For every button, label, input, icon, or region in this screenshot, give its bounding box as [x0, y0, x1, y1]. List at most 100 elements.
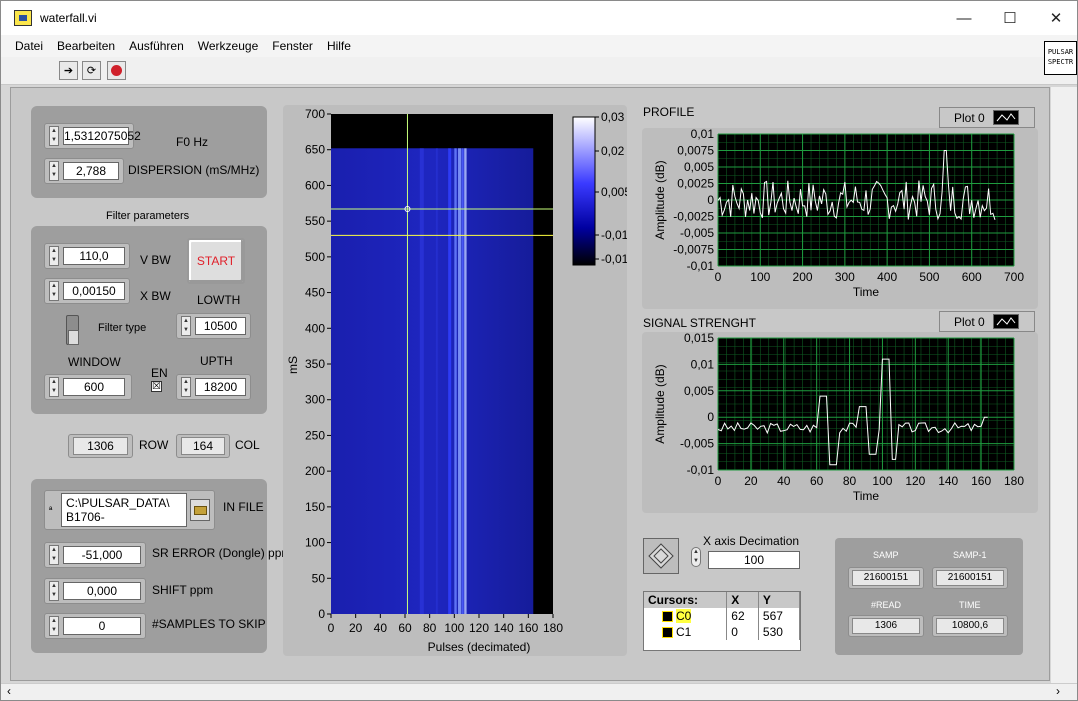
- xtick-label: 700: [1004, 270, 1024, 284]
- f0-control[interactable]: ▲ ▼ 1,5312075052: [44, 123, 141, 149]
- window-spinner[interactable]: ▲ ▼: [49, 377, 59, 397]
- close-button[interactable]: ✕: [1033, 1, 1078, 35]
- graph-palette-pan-icon[interactable]: [643, 538, 679, 574]
- xtick-label: 100: [872, 474, 892, 488]
- toolbar: ➔ ⟳: [1, 57, 1077, 85]
- upth-label: UPTH: [200, 354, 233, 368]
- infile-control[interactable]: ª C:\PULSAR_DATA\ B1706-: [44, 490, 215, 530]
- waterfall-plot[interactable]: 0501001502002503003504004505005506006507…: [283, 105, 627, 656]
- waterfall-ytick-label: 250: [305, 428, 325, 442]
- lowth-value[interactable]: 10500: [195, 317, 246, 335]
- profile-plot[interactable]: 0 100 200 300 400 500 600 700 0,01 0,0075 0,005 0,0…: [642, 128, 1038, 309]
- vbw-value[interactable]: 110,0: [63, 247, 125, 265]
- cursor-legend[interactable]: Cursors: X Y C0 62 567 C1 0 530: [643, 591, 801, 651]
- shift-value[interactable]: 0,000: [63, 582, 141, 600]
- vertical-scrollbar[interactable]: [1051, 87, 1077, 683]
- infile-path[interactable]: C:\PULSAR_DATA\ B1706-: [61, 493, 187, 527]
- colorbar-tick-label: -0,01: [601, 228, 627, 242]
- menu-fenster[interactable]: Fenster: [272, 39, 313, 53]
- menu-ausfuehren[interactable]: Ausführen: [129, 39, 184, 53]
- en-checkbox[interactable]: ☒: [151, 381, 162, 392]
- waterfall-ytick-label: 400: [305, 321, 325, 335]
- window-label: WINDOW: [68, 355, 121, 369]
- plot-ylabel: Amplitude (dB): [653, 160, 667, 239]
- time-indicator: 10800,6: [932, 615, 1008, 637]
- samples-skip-control[interactable]: ▲ ▼ 0: [44, 613, 146, 639]
- waterfall-xlabel: Pulses (decimated): [428, 640, 531, 654]
- waterfall-ytick-label: 200: [305, 464, 325, 478]
- abort-stop-icon[interactable]: [107, 61, 126, 80]
- ytick-label: 0,0025: [677, 177, 714, 191]
- vbw-control[interactable]: ▲ ▼ 110,0: [44, 243, 130, 269]
- ytick-label: 0,005: [684, 160, 714, 174]
- vi-connector-icon: PULSAR SPECTR: [1044, 41, 1077, 75]
- labview-window: waterfall.vi — ☐ ✕ Datei Bearbeiten Ausf…: [0, 0, 1078, 701]
- window-control[interactable]: ▲ ▼ 600: [44, 374, 132, 400]
- minimize-button[interactable]: —: [941, 1, 987, 35]
- dispersion-value[interactable]: 2,788: [63, 162, 119, 180]
- decimation-spinner[interactable]: ▲ ▼: [691, 547, 701, 567]
- vbw-spinner[interactable]: ▲ ▼: [49, 246, 59, 266]
- signal-legend-name: Plot 0: [954, 314, 985, 329]
- menu-hilfe[interactable]: Hilfe: [327, 39, 351, 53]
- xtick-label: 140: [938, 474, 958, 488]
- waterfall-ytick-label: 700: [305, 107, 325, 121]
- upth-value[interactable]: 18200: [195, 378, 246, 396]
- menu-werkzeuge[interactable]: Werkzeuge: [198, 39, 258, 53]
- xbw-control[interactable]: ▲ ▼ 0,00150: [44, 278, 130, 304]
- maximize-button[interactable]: ☐: [987, 1, 1033, 35]
- waterfall-streak: [461, 148, 464, 614]
- xtick-label: 500: [919, 270, 939, 284]
- upth-control[interactable]: ▲ ▼ 18200: [176, 374, 251, 400]
- f0-value[interactable]: 1,5312075052: [63, 127, 141, 145]
- profile-legend[interactable]: Plot 0: [939, 107, 1035, 128]
- folder-icon[interactable]: [190, 499, 210, 521]
- waterfall-xtick-label: 180: [543, 621, 563, 635]
- cursor-c1-x: 0: [726, 624, 759, 640]
- sr-error-control[interactable]: ▲ ▼ -51,000: [44, 542, 146, 568]
- sr-error-value[interactable]: -51,000: [63, 546, 141, 564]
- start-button[interactable]: START: [187, 238, 245, 284]
- col-value: 164: [181, 437, 225, 455]
- menu-bearbeiten[interactable]: Bearbeiten: [57, 39, 115, 53]
- xtick-label: 120: [905, 474, 925, 488]
- samples-skip-spinner[interactable]: ▲ ▼: [49, 616, 59, 636]
- f0-spinner[interactable]: ▲ ▼: [49, 126, 59, 146]
- sr-error-spinner[interactable]: ▲ ▼: [49, 545, 59, 565]
- signal-legend[interactable]: Plot 0: [939, 311, 1035, 332]
- cursor-row[interactable]: C0 62 567: [644, 608, 801, 624]
- upth-spinner[interactable]: ▲ ▼: [181, 377, 191, 397]
- colorbar: [572, 116, 596, 266]
- signal-plot[interactable]: 0 20 40 60 80 100 120 140 160 1800,0150,010,0050-…: [642, 332, 1038, 513]
- dispersion-spinner[interactable]: ▲ ▼: [49, 161, 59, 181]
- waterfall-xtick-label: 160: [518, 621, 538, 635]
- decimation-value[interactable]: 100: [708, 551, 800, 569]
- samp1-value: 21600151: [936, 570, 1004, 586]
- lowth-spinner[interactable]: ▲ ▼: [181, 316, 191, 336]
- ytick-label: -0,005: [680, 226, 714, 240]
- horizontal-scrollbar[interactable]: ‹ ›: [1, 683, 1077, 700]
- col-label: COL: [235, 438, 260, 452]
- shift-control[interactable]: ▲ ▼ 0,000: [44, 578, 146, 604]
- filter-type-toggle[interactable]: [66, 315, 79, 345]
- window-value[interactable]: 600: [63, 378, 125, 396]
- cursor-c1-y: 530: [758, 624, 801, 640]
- xtick-label: 20: [744, 474, 758, 488]
- colorbar-tick-label: 0,005: [601, 185, 627, 199]
- waterfall-xtick-label: 80: [423, 621, 437, 635]
- xbw-spinner[interactable]: ▲ ▼: [49, 281, 59, 301]
- run-continuous-icon[interactable]: ⟳: [82, 61, 101, 80]
- labview-app-icon: [14, 10, 32, 26]
- dispersion-control[interactable]: ▲ ▼ 2,788: [44, 158, 124, 184]
- samples-skip-label: #SAMPLES TO SKIP: [152, 617, 266, 631]
- samples-skip-value[interactable]: 0: [63, 617, 141, 635]
- shift-spinner[interactable]: ▲ ▼: [49, 581, 59, 601]
- cursor-row[interactable]: C1 0 530: [644, 624, 801, 640]
- menu-datei[interactable]: Datei: [15, 39, 43, 53]
- xtick-label: 0: [715, 270, 722, 284]
- waterfall-ytick-label: 350: [305, 357, 325, 371]
- xbw-value[interactable]: 0,00150: [63, 282, 125, 300]
- lowth-control[interactable]: ▲ ▼ 10500: [176, 313, 251, 339]
- run-arrow-icon[interactable]: ➔: [59, 61, 78, 80]
- waterfall-ytick-label: 500: [305, 250, 325, 264]
